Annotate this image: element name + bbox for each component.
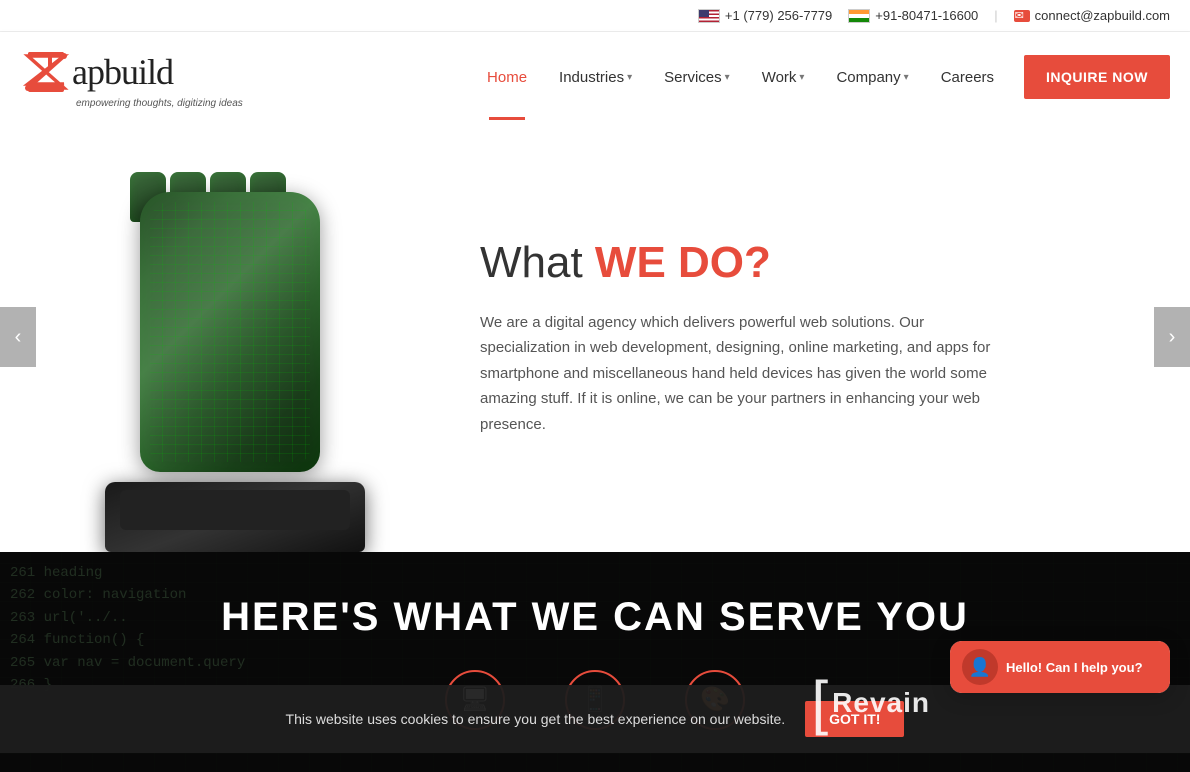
separator: | <box>994 8 997 23</box>
hero-title: What WE DO? <box>480 237 1130 290</box>
chevron-down-icon: ▾ <box>799 72 804 83</box>
cookie-bar: This website uses cookies to ensure you … <box>0 685 1190 753</box>
cookie-message: This website uses cookies to ensure you … <box>286 711 786 727</box>
logo-link[interactable]: apbuild empowering thoughts, digitizing … <box>20 46 243 109</box>
us-phone[interactable]: +1 (779) 256-7779 <box>698 8 832 23</box>
revain-badge: [ Revain <box>812 673 931 733</box>
inquire-now-button[interactable]: INQUIRE NOW <box>1024 55 1170 99</box>
hero-section: ‹ What WE DO? We are a digital agency wh… <box>0 122 1190 552</box>
top-bar: +1 (779) 256-7779 +91-80471-16600 | conn… <box>0 0 1190 32</box>
header: apbuild empowering thoughts, digitizing … <box>0 32 1190 122</box>
logo-icon <box>20 46 72 98</box>
email-icon <box>1014 10 1030 22</box>
slider-prev-button[interactable]: ‹ <box>0 307 36 367</box>
chat-avatar: 👤 <box>962 649 998 685</box>
email-contact[interactable]: connect@zapbuild.com <box>1014 8 1170 23</box>
chevron-down-icon: ▾ <box>725 72 730 83</box>
chat-widget[interactable]: 👤 Hello! Can I help you? <box>950 641 1170 693</box>
revain-text: Revain <box>832 687 930 719</box>
chat-header: 👤 Hello! Can I help you? <box>950 641 1170 693</box>
logo: apbuild <box>20 46 173 98</box>
us-phone-number: +1 (779) 256-7779 <box>725 8 832 23</box>
nav: Home Industries ▾ Services ▾ Work ▾ Comp… <box>473 35 1170 120</box>
circuit-fist-illustration <box>75 172 385 552</box>
revain-bracket-left: [ <box>812 673 829 733</box>
hero-content: What WE DO? We are a digital agency whic… <box>460 197 1190 477</box>
serve-title: HERE'S WHAT WE CAN SERVE YOU <box>221 595 969 640</box>
nav-careers[interactable]: Careers <box>927 35 1008 120</box>
nav-industries[interactable]: Industries ▾ <box>545 35 646 120</box>
in-phone[interactable]: +91-80471-16600 <box>848 8 978 23</box>
nav-services[interactable]: Services ▾ <box>650 35 744 120</box>
device-base <box>105 482 365 552</box>
chevron-down-icon: ▾ <box>627 72 632 83</box>
chat-greeting: Hello! Can I help you? <box>1006 660 1143 675</box>
hero-title-accent: WE DO? <box>595 238 771 287</box>
hero-description: We are a digital agency which delivers p… <box>480 310 1000 438</box>
fist-body <box>140 192 320 472</box>
slider-next-button[interactable]: › <box>1154 307 1190 367</box>
logo-tagline: empowering thoughts, digitizing ideas <box>76 98 243 109</box>
in-flag-icon <box>848 9 870 23</box>
us-flag-icon <box>698 9 720 23</box>
nav-company[interactable]: Company ▾ <box>822 35 922 120</box>
hero-image <box>0 122 460 552</box>
nav-home[interactable]: Home <box>473 35 541 120</box>
in-phone-number: +91-80471-16600 <box>875 8 978 23</box>
chevron-down-icon: ▾ <box>904 72 909 83</box>
email-address: connect@zapbuild.com <box>1035 8 1170 23</box>
nav-work[interactable]: Work ▾ <box>748 35 819 120</box>
logo-text: apbuild <box>72 51 173 93</box>
